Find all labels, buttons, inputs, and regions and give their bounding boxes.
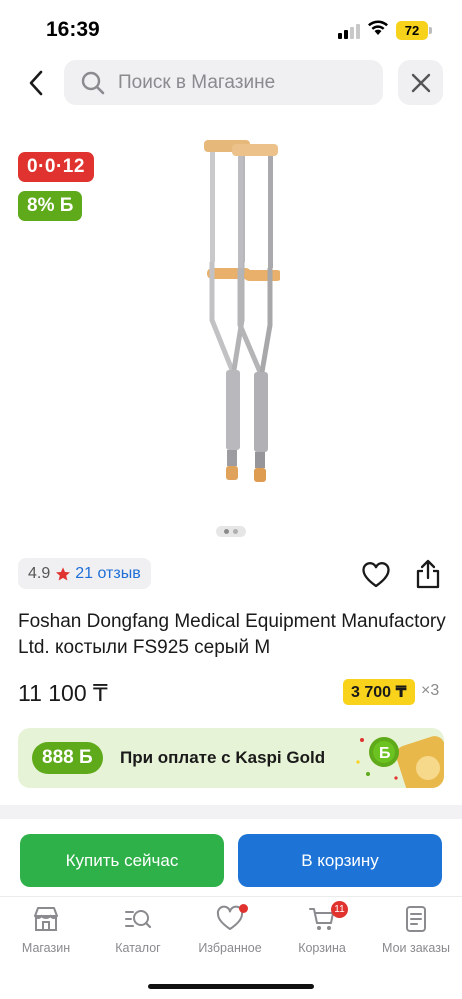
cart-count-badge: 11: [331, 901, 348, 918]
cart-icon-wrap: 11: [308, 901, 348, 933]
back-button[interactable]: [18, 64, 54, 102]
tab-cart[interactable]: 11 Корзина: [276, 901, 368, 959]
pager-dot: [233, 529, 238, 534]
add-to-cart-button[interactable]: В корзину: [238, 834, 442, 887]
gold-banner-text: При оплате с Kaspi Gold: [120, 748, 326, 767]
chevron-left-icon: [29, 70, 43, 96]
tab-label: Магазин: [21, 941, 71, 955]
battery-level: 72: [396, 21, 428, 40]
installment-price: 3 700 ₸: [343, 679, 415, 705]
reviews-link[interactable]: 21 отзыв: [75, 565, 140, 583]
wifi-icon: [368, 20, 388, 35]
buy-now-button[interactable]: Купить сейчас: [20, 834, 224, 887]
close-button[interactable]: [398, 60, 443, 105]
search-input[interactable]: [118, 71, 358, 94]
tab-favorites[interactable]: Избранное: [184, 904, 276, 959]
search-icon: [81, 71, 105, 94]
battery-icon: 72: [396, 21, 432, 40]
installment-badge: 0·0·12: [18, 152, 94, 182]
tab-label: Каталог: [115, 941, 161, 955]
kaspi-gold-card-icon: Б: [356, 736, 444, 788]
pager-dot-active: [224, 529, 229, 534]
rating-chip[interactable]: 4.9 21 отзыв: [18, 558, 151, 589]
product-title: Foshan Dongfang Medical Equipment Manufa…: [18, 611, 446, 658]
gallery-pager: [216, 526, 246, 537]
share-icon[interactable]: [414, 559, 442, 589]
status-bar: 16:39 72: [0, 0, 462, 56]
star-icon: [56, 566, 71, 581]
tab-label: Избранное: [198, 941, 262, 955]
signal-icon: [338, 24, 360, 39]
tab-label: Корзина: [298, 941, 346, 955]
product-image[interactable]: [160, 130, 280, 510]
svg-text:Б: Б: [379, 745, 391, 762]
search-box[interactable]: [64, 60, 383, 105]
rating-value: 4.9: [28, 564, 51, 582]
home-indicator: [148, 984, 314, 989]
kaspi-gold-banner[interactable]: 888 Б При оплате с Kaspi Gold Б: [18, 728, 444, 788]
store-icon: [34, 907, 58, 931]
tab-catalog[interactable]: Каталог: [92, 905, 184, 959]
gold-bonus-badge: 888 Б: [32, 742, 103, 774]
bonus-badge: 8% Б: [18, 191, 83, 221]
status-time: 16:39: [46, 18, 100, 41]
close-icon: [411, 73, 430, 92]
favorite-heart-icon[interactable]: [362, 562, 390, 588]
orders-icon: [406, 906, 426, 932]
product-price: 11 100 ₸: [18, 680, 108, 706]
tab-label: Мои заказы: [382, 941, 450, 955]
tab-store[interactable]: Магазин: [0, 905, 92, 959]
installment-times: ×3: [421, 682, 440, 699]
tab-orders[interactable]: Мои заказы: [370, 905, 462, 959]
section-divider: [0, 805, 462, 819]
catalog-icon: [125, 910, 152, 929]
header: [0, 60, 462, 106]
notification-dot: [239, 904, 248, 913]
favorites-icon-wrap: [216, 904, 248, 933]
